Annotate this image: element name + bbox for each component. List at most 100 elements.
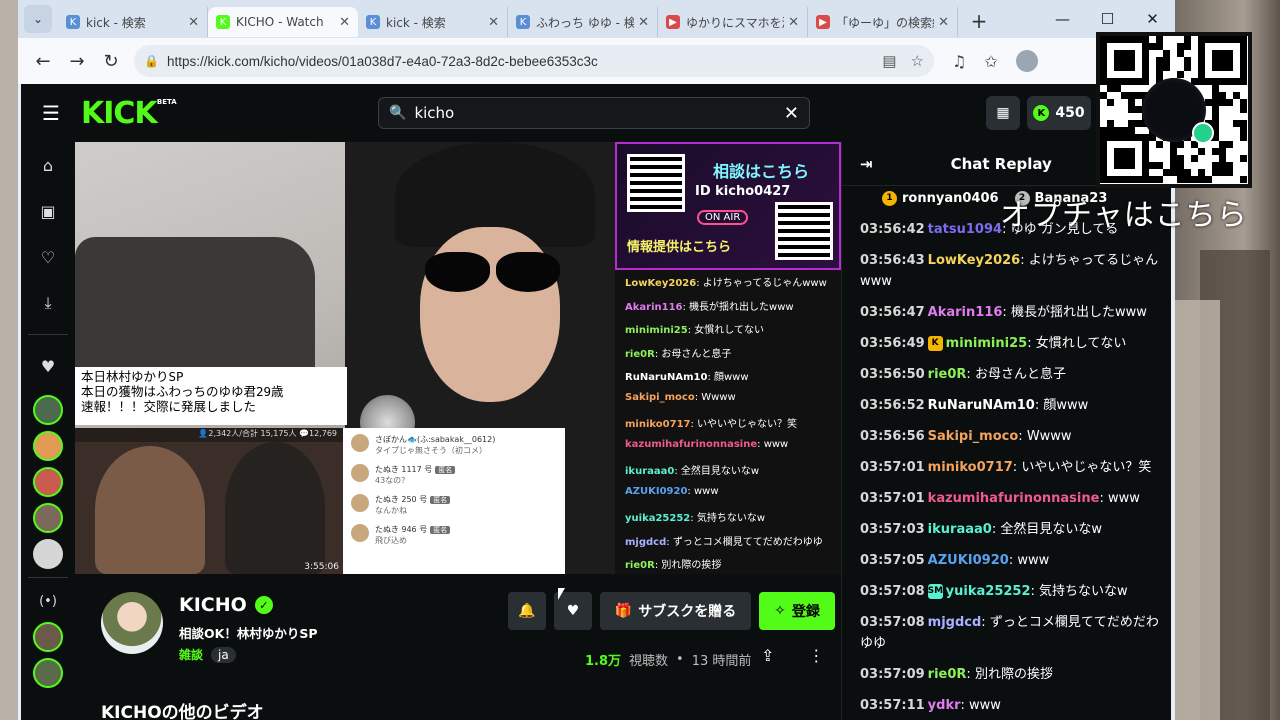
browser-tab[interactable]: Kkick - 検索 ✕ [58,7,208,37]
site-info-icon[interactable]: 🔒 [144,54,159,68]
chat-username[interactable]: LowKey2026 [928,253,1021,268]
chat-username[interactable]: RuNaruNAm10 [928,398,1035,413]
sidebar-channel-avatar[interactable] [33,395,63,425]
language-tag[interactable]: ja [211,646,236,663]
tab-actions-icon[interactable]: ⌄ [24,5,52,33]
commenter-name: たぬき 1117 号 [375,465,433,474]
qr-module [1156,176,1163,183]
reload-icon[interactable]: ↻ [94,51,128,72]
video-pip: 👤2,342人/合計 15,175人 💬12,769 3:55:06 [75,428,343,574]
notify-button[interactable]: 🔔 [508,592,546,630]
overlay-chat-text: よけちゃってるじゃんwww [702,278,827,289]
qr-module [1170,141,1177,148]
chat-username[interactable]: Akarin116 [928,305,1003,320]
more-options-icon[interactable]: ⋮ [808,646,824,665]
chat-username[interactable]: tatsu1094 [928,222,1002,237]
favorites-icon[interactable]: ✩ [984,52,997,71]
home-icon[interactable]: ⌂ [21,142,75,188]
chat-username[interactable]: kazumihafurinonnasine [928,491,1100,506]
close-window-icon[interactable]: ✕ [1130,10,1175,28]
minimize-icon[interactable]: — [1040,10,1085,28]
search-input[interactable]: 🔍 kicho ✕ [378,97,810,129]
subscribe-button[interactable]: ✧ 登録 [759,592,835,630]
live-icon[interactable]: (•) [21,586,75,616]
chat-username[interactable]: mjgdcd [928,615,982,630]
browser-tab[interactable]: Kkick - 検索 ✕ [358,7,508,37]
qr-module [1170,155,1177,162]
share-icon[interactable]: ⇪ [761,646,774,665]
overlay-chat-user: Akarin116 [625,301,683,313]
media-icon[interactable]: ♫ [952,52,966,71]
overlay-chat-user: kazumihafurinonnasine [625,438,758,450]
chat-username[interactable]: AZUKI0920 [928,553,1009,568]
sidebar-channel-avatar[interactable] [33,467,63,497]
sidebar-channel-avatar[interactable] [33,503,63,533]
url-text: https://kick.com/kicho/videos/01a038d7-e… [166,53,598,69]
qr-module [1100,155,1107,162]
back-icon[interactable]: ← [26,51,60,72]
clear-search-icon[interactable]: ✕ [784,103,799,124]
layout-button[interactable]: ▦ [986,96,1020,130]
following-icon[interactable]: ♡ [21,234,75,280]
overlay-chat: LowKey2026: よけちゃってるじゃんwww Akarin116: 機長が揺… [625,274,835,580]
qr-module [1198,57,1205,64]
qr-module [1240,64,1247,71]
chat-messages: 03:56:42 tatsu1094: ゆゆ ガン見してる 03:56:43 LowK… [842,210,1171,720]
leaderboard-entry[interactable]: 1 ronnyan0406 [882,190,999,206]
url-field[interactable]: 🔒 https://kick.com/kicho/videos/01a038d7… [134,45,934,77]
browser-tab[interactable]: ▶ 「ゆーゆ」の検索結果 ✕ [808,7,958,37]
sidebar-channel-avatar[interactable] [33,539,63,569]
video-player[interactable]: 本日林村ゆかりSP 本日の獲物はふわっちのゆゆ君29歳 速報！！！交際に発展しま… [75,142,615,574]
profile-avatar[interactable] [1015,50,1038,72]
chat-username[interactable]: miniko0717 [928,460,1013,475]
chat-username[interactable]: rie0R [928,667,967,682]
tab-close-icon[interactable]: ✕ [488,15,499,30]
browser-tab[interactable]: K ふわっち ゆゆ - 検索✕ [508,7,658,37]
chat-text: いやいやじゃない？笑 [1021,460,1152,475]
tab-close-icon[interactable]: ✕ [938,15,949,30]
qr-module [1114,78,1121,85]
forward-icon[interactable]: → [60,51,94,72]
tab-close-icon[interactable]: ✕ [638,15,649,30]
gift-sub-button[interactable]: 🎁 サブスクを贈る [600,592,751,630]
downloads-icon[interactable]: ⤓ [21,280,75,326]
qr-module [1205,36,1212,43]
tab-close-icon[interactable]: ✕ [788,15,799,30]
chat-username[interactable]: yuika25252 [946,584,1031,599]
browse-icon[interactable]: ▣ [21,188,75,234]
favorite-star-icon[interactable]: ☆ [911,52,924,70]
kicks-balance-button[interactable]: K 450 [1027,96,1091,130]
qr-module [1121,92,1128,99]
qr-module [1142,169,1149,176]
reader-icon[interactable]: ▤ [882,52,896,70]
category-link[interactable]: 雑談 [179,646,203,663]
chat-username[interactable]: Sakipi_moco [928,429,1019,444]
chat-username[interactable]: ikuraaa0 [928,522,992,537]
qr-module [1121,36,1128,43]
sparkle-icon: ✧ [774,603,786,619]
new-tab-button[interactable]: + [964,9,994,33]
chat-username[interactable]: ydkr [928,698,961,713]
chat-title: Chat Replay [950,154,1052,173]
chat-text: 機長が揺れ出したwww [1010,305,1147,320]
browser-tab[interactable]: ▶ ゆかりにスマホを渡す ✕ [658,7,808,37]
overlay-id: ID kicho0427 [695,184,791,199]
tab-close-icon[interactable]: ✕ [339,15,350,30]
menu-icon[interactable]: ☰ [21,101,81,125]
browser-tab[interactable]: K KICHO - Watch ✕ [208,7,358,37]
channel-name[interactable]: KICHO ✓ [179,594,273,616]
collapse-chat-icon[interactable]: ⇥ [860,155,873,173]
channel-avatar[interactable] [101,592,163,654]
sidebar-channel-avatar[interactable] [33,622,63,652]
qr-module [1114,148,1121,155]
qr-module [1240,176,1247,183]
chat-username[interactable]: minimini25 [946,336,1028,351]
sidebar-channel-avatar[interactable] [33,431,63,461]
overlay-chat-row: Sakipi_moco: Wwww [625,391,736,403]
sidebar-channel-avatar[interactable] [33,658,63,688]
kick-logo[interactable]: KICK BETA [81,96,177,131]
maximize-icon[interactable]: ☐ [1085,10,1130,28]
chat-username[interactable]: rie0R [928,367,967,382]
anonymous-badge: 匿名 [430,526,451,534]
tab-close-icon[interactable]: ✕ [188,15,199,30]
